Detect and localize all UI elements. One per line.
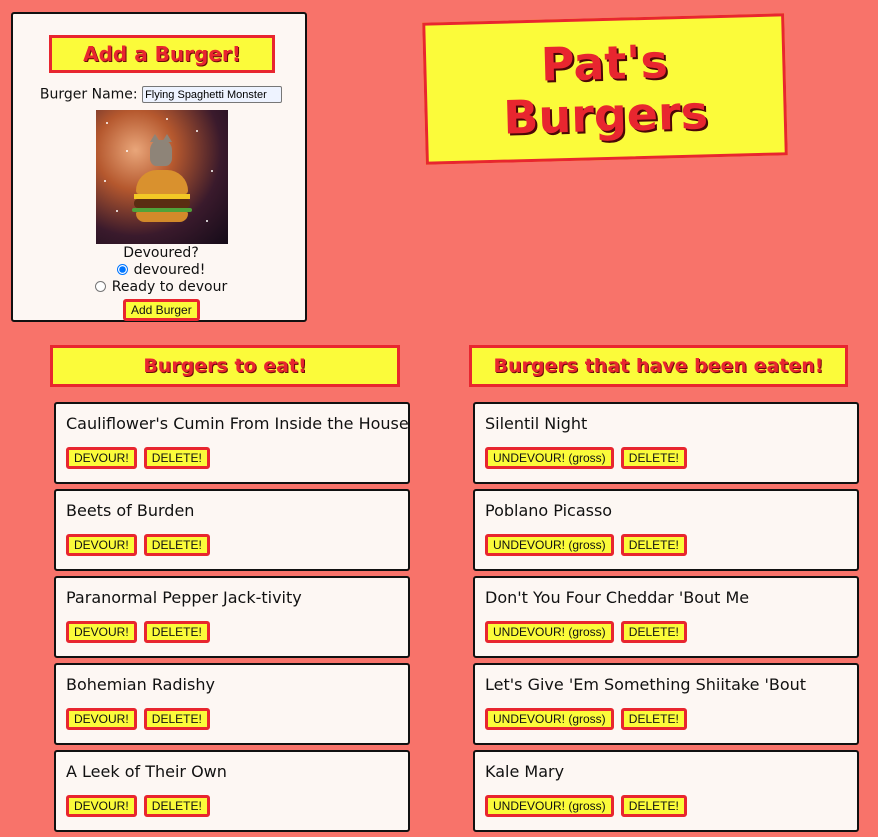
delete-button[interactable]: DELETE! <box>620 621 687 643</box>
burger-name: Don't You Four Cheddar 'Bout Me <box>485 588 750 607</box>
undevour-button[interactable]: UNDEVOUR! (gross) <box>485 447 614 469</box>
delete-button[interactable]: DELETE! <box>620 795 687 817</box>
delete-button[interactable]: DELETE! <box>620 447 687 469</box>
devour-button[interactable]: DEVOUR! <box>66 534 137 556</box>
burger-name: Beets of Burden <box>66 501 195 520</box>
undevour-button[interactable]: UNDEVOUR! (gross) <box>485 708 614 730</box>
eaten-list: Silentil Night UNDEVOUR! (gross) DELETE!… <box>473 402 859 837</box>
radio-ready-input[interactable] <box>94 281 106 292</box>
list-item: Silentil Night UNDEVOUR! (gross) DELETE! <box>473 402 859 484</box>
delete-button[interactable]: DELETE! <box>143 621 210 643</box>
burger-name: Paranormal Pepper Jack-tivity <box>66 588 302 607</box>
burger-name: Silentil Night <box>485 414 588 433</box>
list-item: Let's Give 'Em Something Shiitake 'Bout … <box>473 663 859 745</box>
site-title-line2: Burgers <box>502 85 709 145</box>
add-burger-button[interactable]: Add Burger <box>123 299 200 321</box>
site-title-line1: Pat's <box>540 34 669 92</box>
burger-name-row: Burger Name: <box>13 86 309 103</box>
list-item: Don't You Four Cheddar 'Bout Me UNDEVOUR… <box>473 576 859 658</box>
delete-button[interactable]: DELETE! <box>143 795 210 817</box>
burger-name-input[interactable] <box>142 86 283 103</box>
list-item: Poblano Picasso UNDEVOUR! (gross) DELETE… <box>473 489 859 571</box>
delete-button[interactable]: DELETE! <box>620 534 687 556</box>
radio-ready[interactable]: Ready to devour <box>13 279 309 295</box>
space-cat-burger-image <box>96 110 228 244</box>
radio-ready-label: Ready to devour <box>111 279 228 295</box>
burger-name: Bohemian Radishy <box>66 675 215 694</box>
undevour-button[interactable]: UNDEVOUR! (gross) <box>485 621 614 643</box>
to-eat-list: Cauliflower's Cumin From Inside the Hous… <box>54 402 410 837</box>
add-burger-form: Add a Burger! Burger Name: Devoured? dev… <box>11 12 307 322</box>
devour-button[interactable]: DEVOUR! <box>66 447 137 469</box>
burger-name: A Leek of Their Own <box>66 762 227 781</box>
delete-button[interactable]: DELETE! <box>620 708 687 730</box>
radio-devoured-input[interactable] <box>116 264 128 275</box>
list-item: Cauliflower's Cumin From Inside the Hous… <box>54 402 410 484</box>
undevour-button[interactable]: UNDEVOUR! (gross) <box>485 795 614 817</box>
delete-button[interactable]: DELETE! <box>143 708 210 730</box>
to-eat-title: Burgers to eat! <box>50 345 400 387</box>
delete-button[interactable]: DELETE! <box>143 534 210 556</box>
devour-button[interactable]: DEVOUR! <box>66 621 137 643</box>
burger-name: Cauliflower's Cumin From Inside the Hous… <box>66 414 409 433</box>
devour-button[interactable]: DEVOUR! <box>66 708 137 730</box>
delete-button[interactable]: DELETE! <box>143 447 210 469</box>
burger-name: Kale Mary <box>485 762 565 781</box>
burger-name: Poblano Picasso <box>485 501 613 520</box>
undevour-button[interactable]: UNDEVOUR! (gross) <box>485 534 614 556</box>
cat-figure <box>150 134 172 166</box>
devoured-label: Devoured? <box>123 245 199 261</box>
burger-name-label: Burger Name: <box>39 86 138 103</box>
burger-name: Let's Give 'Em Something Shiitake 'Bout <box>485 675 807 694</box>
list-item: Bohemian Radishy DEVOUR! DELETE! <box>54 663 410 745</box>
list-item: Beets of Burden DEVOUR! DELETE! <box>54 489 410 571</box>
eaten-title: Burgers that have been eaten! <box>469 345 848 387</box>
devour-button[interactable]: DEVOUR! <box>66 795 137 817</box>
site-title-banner: Pat's Burgers <box>422 13 788 165</box>
list-item: Kale Mary UNDEVOUR! (gross) DELETE! <box>473 750 859 832</box>
form-title: Add a Burger! <box>49 35 275 73</box>
radio-devoured-label: devoured! <box>133 262 206 278</box>
list-item: Paranormal Pepper Jack-tivity DEVOUR! DE… <box>54 576 410 658</box>
list-item: A Leek of Their Own DEVOUR! DELETE! <box>54 750 410 832</box>
radio-devoured[interactable]: devoured! <box>13 262 309 278</box>
